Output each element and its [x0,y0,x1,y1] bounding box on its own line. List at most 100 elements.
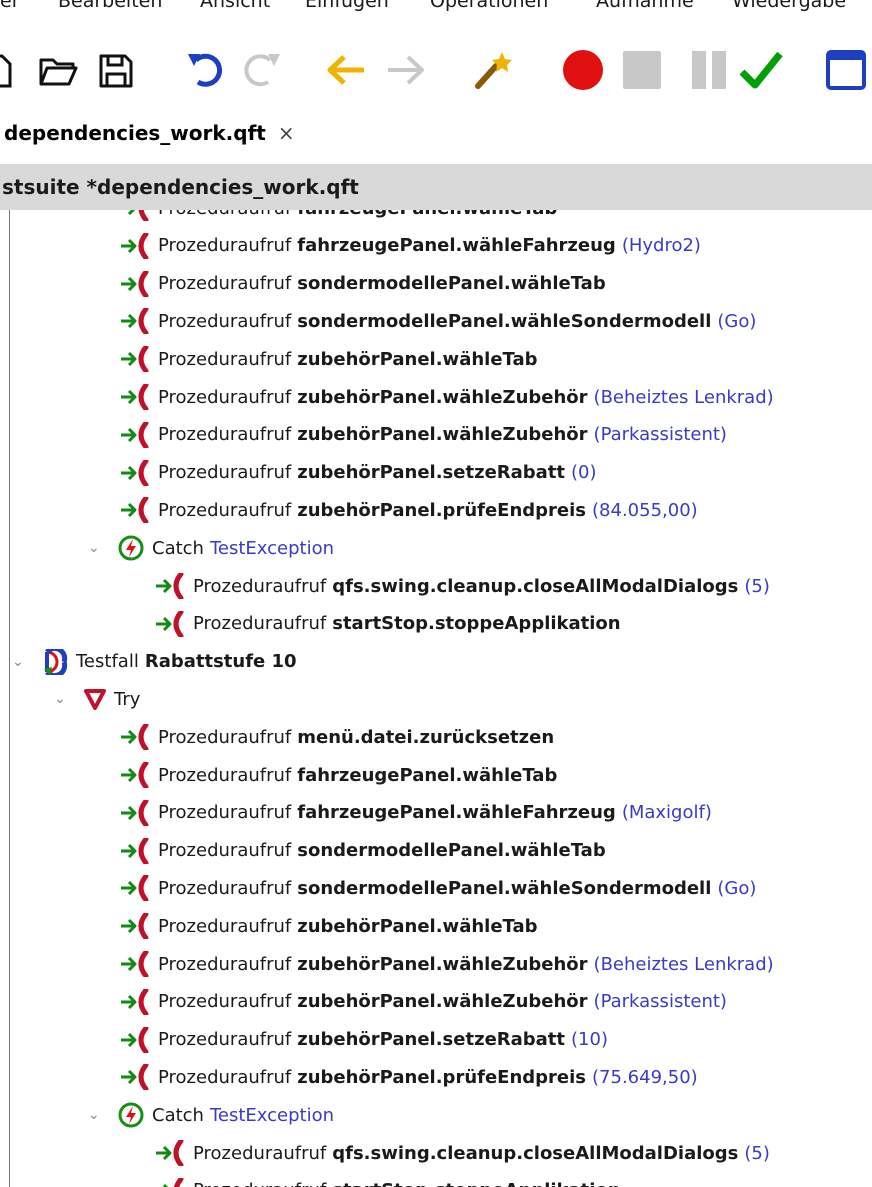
procedure-name: zubehörPanel.setzeRabatt [297,462,566,484]
procedure-call-row[interactable]: Prozeduraufruf qfs.swing.cleanup.closeAll… [155,567,770,605]
new-file-icon[interactable] [0,48,14,92]
procedure-name: menü.datei.zurücksetzen [297,726,555,748]
menu-ansicht[interactable]: Ansicht [200,0,270,12]
procedure-call-icon [120,346,150,373]
procedure-name: fahrzeugePanel.wähleTab [297,764,558,786]
procedure-call-row[interactable]: Prozeduraufruf sondermodellePanel.wähleSo… [120,302,756,340]
procedure-name: zubehörPanel.wähleTab [297,348,538,370]
procedure-keyword: Prozeduraufruf [158,348,292,370]
menu-operationen[interactable]: Operationen [430,0,548,12]
procedure-call-row[interactable]: ProzeduraufrufstartStop.stoppeApplikatio… [155,605,627,643]
procedure-call-row[interactable]: Prozeduraufruf zubehörPanel.wähleZubehör(… [120,416,727,454]
procedure-args: (0) [571,462,597,484]
procedure-keyword: Prozeduraufruf [158,877,292,899]
procedure-call-icon [120,799,150,826]
procedure-call-row[interactable]: Prozeduraufruf zubehörPanel.wähleZubehör(… [120,983,727,1021]
procedure-call-icon [120,724,150,751]
toolbar [0,36,872,106]
chevron-down-icon[interactable]: ⌄ [88,1107,100,1123]
procedure-call-row[interactable]: Prozeduraufruf zubehörPanel.setzeRabatt (1… [120,1021,608,1059]
procedure-name: qfs.swing.cleanup.closeAllModalDialogs [332,575,739,597]
save-icon[interactable] [96,48,136,92]
catch-node[interactable]: Catch TestException [118,1096,334,1134]
menu-einfuegen[interactable]: Einfügen [305,0,389,12]
tab-bar: dependencies_work.qft × [0,108,872,158]
procedure-call-icon [120,762,150,788]
procedure-args: (84.055,00) [592,499,698,521]
menu-wiedergabe[interactable]: Wiedergabe [732,0,846,12]
testcase-node[interactable]: Testfall Rabattstufe 10 [42,643,297,681]
open-icon[interactable] [38,48,80,92]
procedure-call-icon [120,384,150,410]
window-icon[interactable] [824,48,868,92]
procedure-call-row[interactable]: Prozeduraufruf menü.datei.zurücksetzen [120,718,560,756]
test-tree: ProzeduraufruffahrzeugePanel.wähleTabPro… [0,210,872,1187]
chevron-down-icon[interactable]: ⌄ [12,654,24,670]
procedure-call-icon [120,951,150,977]
procedure-keyword: Prozeduraufruf [158,1066,292,1088]
procedure-name: zubehörPanel.wähleTab [297,915,538,937]
chevron-down-icon[interactable]: ⌄ [88,540,100,556]
record-icon[interactable] [560,48,606,92]
procedure-keyword: Prozeduraufruf [193,575,327,597]
procedure-name: fahrzeugePanel.wähleTab [297,210,557,219]
procedure-call-icon [155,1140,185,1166]
catch-node[interactable]: Catch TestException [118,529,334,567]
magic-wand-icon[interactable] [470,48,514,92]
procedure-name: startStop.stoppeApplikation [332,1180,620,1187]
pause-icon[interactable] [690,48,730,92]
redo-icon[interactable] [240,48,282,92]
procedure-call-row[interactable]: ProzeduraufruffahrzeugePanel.wähleTab [120,756,563,794]
catch-icon [118,535,144,561]
procedure-call-icon [120,421,150,448]
suite-title: stsuite *dependencies_work.qft [2,175,359,199]
procedure-call-row[interactable]: Prozeduraufruf zubehörPanel.wähleTab [120,340,544,378]
procedure-name: zubehörPanel.wähleZubehör [297,953,588,975]
menu-bearbeiten[interactable]: Bearbeiten [58,0,162,12]
procedure-keyword: Prozeduraufruf [158,273,292,295]
procedure-call-row[interactable]: Prozeduraufruf zubehörPanel.wähleTab [120,907,544,945]
procedure-name: sondermodellePanel.wähleSondermodell [297,310,712,332]
back-arrow-icon[interactable] [324,48,368,92]
try-label: Try [114,688,141,710]
procedure-call-row[interactable]: Prozeduraufruf fahrzeugePanel.wähleFahrze… [120,227,701,265]
procedure-call-row[interactable]: ProzeduraufrufstartStop.stoppeApplikatio… [155,1172,627,1187]
procedure-call-row[interactable]: Prozeduraufruf zubehörPanel.prüfeEndpreis… [120,491,698,529]
procedure-call-icon [120,913,150,940]
procedure-name: sondermodellePanel.wähleTab [297,273,606,295]
forward-arrow-icon[interactable] [384,48,428,92]
procedure-call-row[interactable]: ProzeduraufruffahrzeugePanel.wähleTab [120,210,563,227]
procedure-call-row[interactable]: Prozeduraufruf sondermodellePanel.wähleSo… [120,869,756,907]
procedure-call-row[interactable]: Prozeduraufruf sondermodellePanel.wähleTa… [120,832,612,870]
procedure-args: (75.649,50) [592,1066,698,1088]
stop-icon[interactable] [620,48,664,92]
procedure-name: zubehörPanel.prüfeEndpreis [297,499,587,521]
catch-keyword: Catch [152,1104,204,1126]
procedure-call-row[interactable]: Prozeduraufruf zubehörPanel.setzeRabatt (0… [120,454,597,492]
procedure-call-row[interactable]: Prozeduraufruf sondermodellePanel.wähleTa… [120,265,612,303]
procedure-name: zubehörPanel.wähleZubehör [297,991,588,1013]
menu-aufnahme[interactable]: Aufnahme [596,0,694,12]
try-node[interactable]: Try [84,680,140,718]
tab-dependencies-work[interactable]: dependencies_work.qft × [0,108,318,158]
procedure-call-icon [155,1177,185,1187]
procedure-call-row[interactable]: Prozeduraufruf qfs.swing.cleanup.closeAll… [155,1134,770,1172]
procedure-keyword: Prozeduraufruf [158,764,292,786]
checkmark-icon[interactable] [738,48,784,92]
procedure-name: zubehörPanel.prüfeEndpreis [297,1066,587,1088]
procedure-args: (Hydro2) [621,235,701,257]
procedure-keyword: Prozeduraufruf [158,462,292,484]
procedure-keyword: Prozeduraufruf [193,613,327,635]
undo-icon[interactable] [186,48,228,92]
menu-datei[interactable]: er [0,0,20,12]
procedure-call-row[interactable]: Prozeduraufruf fahrzeugePanel.wähleFahrze… [120,794,712,832]
tab-title: dependencies_work.qft [4,121,266,145]
catch-exception: TestException [209,1104,334,1126]
menu-bar: er Bearbeiten Ansicht Einfügen Operation… [0,0,872,18]
procedure-call-row[interactable]: Prozeduraufruf zubehörPanel.wähleZubehör(… [120,378,774,416]
chevron-down-icon[interactable]: ⌄ [54,691,66,707]
close-icon[interactable]: × [278,121,295,145]
procedure-call-row[interactable]: Prozeduraufruf zubehörPanel.prüfeEndpreis… [120,1058,698,1096]
procedure-keyword: Prozeduraufruf [158,424,292,446]
procedure-call-row[interactable]: Prozeduraufruf zubehörPanel.wähleZubehör(… [120,945,774,983]
